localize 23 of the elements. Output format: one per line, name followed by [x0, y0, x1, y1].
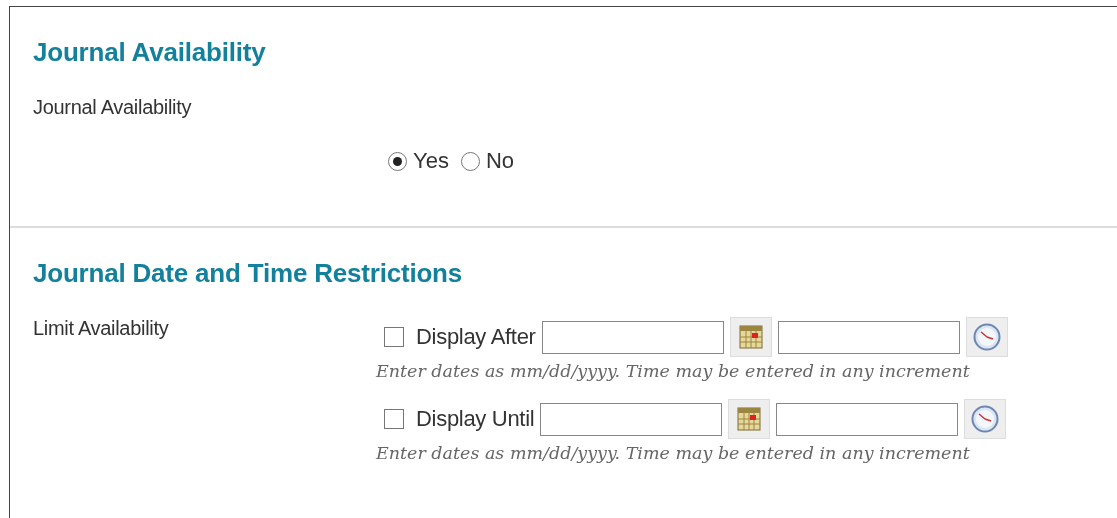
section-heading: Journal Date and Time Restrictions	[33, 258, 464, 289]
date-field[interactable]	[540, 402, 723, 436]
hint-text: Enter dates as mm/dd/yyyy. Time may be entered in any increment	[376, 361, 971, 381]
clock-icon	[972, 323, 1001, 351]
clock-button[interactable]	[965, 317, 1008, 357]
calendar-button[interactable]	[729, 317, 772, 357]
checkbox-label: Display Until	[416, 406, 535, 432]
calendar-icon	[737, 407, 762, 431]
calendar-button[interactable]	[728, 399, 771, 439]
clock-button[interactable]	[964, 399, 1007, 439]
checkbox[interactable]	[384, 409, 404, 429]
section-heading: Journal Availability	[33, 37, 267, 68]
hint-text: Enter dates as mm/dd/yyyy. Time may be entered in any increment	[376, 443, 971, 463]
time-field[interactable]	[777, 320, 960, 354]
checkbox-label: Display After	[416, 324, 536, 350]
option-label: Yes	[413, 148, 449, 174]
time-field[interactable]	[776, 402, 959, 436]
option-label: No	[485, 148, 514, 174]
clock-icon	[971, 405, 1000, 433]
calendar-icon	[738, 325, 763, 349]
field-label: Journal Availability	[33, 96, 193, 120]
checkbox[interactable]	[384, 327, 404, 347]
date-field[interactable]	[541, 320, 724, 354]
